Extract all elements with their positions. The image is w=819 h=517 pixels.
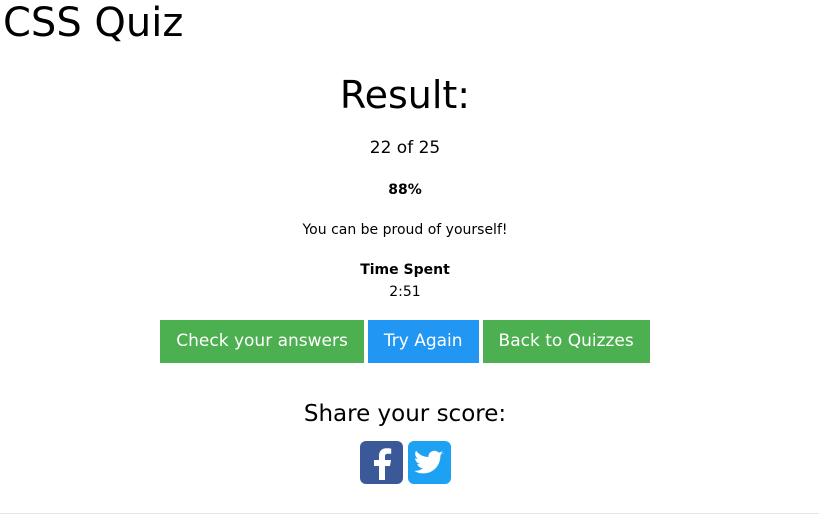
percent-text: 88% [388, 182, 422, 198]
score-text: 22 of 25 [369, 138, 441, 158]
share-heading: Share your score: [303, 401, 507, 427]
result-message: You can be proud of yourself! [302, 222, 508, 238]
twitter-glyph [414, 450, 444, 473]
try-again-button[interactable]: Try Again [367, 320, 479, 363]
result-panel: Result: 22 of 25 88% You can be proud of… [0, 70, 810, 484]
bottom-divider [0, 513, 819, 514]
page-title: CSS Quiz [3, 0, 184, 46]
facebook-icon[interactable] [359, 441, 403, 484]
result-heading: Result: [339, 73, 471, 117]
facebook-glyph [374, 447, 392, 480]
share-icons [0, 441, 810, 484]
time-spent-value: 2:51 [389, 284, 421, 300]
time-spent-label: Time Spent [360, 262, 450, 278]
back-to-quizzes-button[interactable]: Back to Quizzes [482, 320, 650, 363]
check-answers-button[interactable]: Check your answers [160, 320, 364, 363]
twitter-icon[interactable] [407, 441, 451, 484]
action-buttons: Check your answers Try Again Back to Qui… [0, 320, 810, 363]
quiz-result-page: CSS Quiz Result: 22 of 25 88% You can be… [0, 0, 819, 517]
